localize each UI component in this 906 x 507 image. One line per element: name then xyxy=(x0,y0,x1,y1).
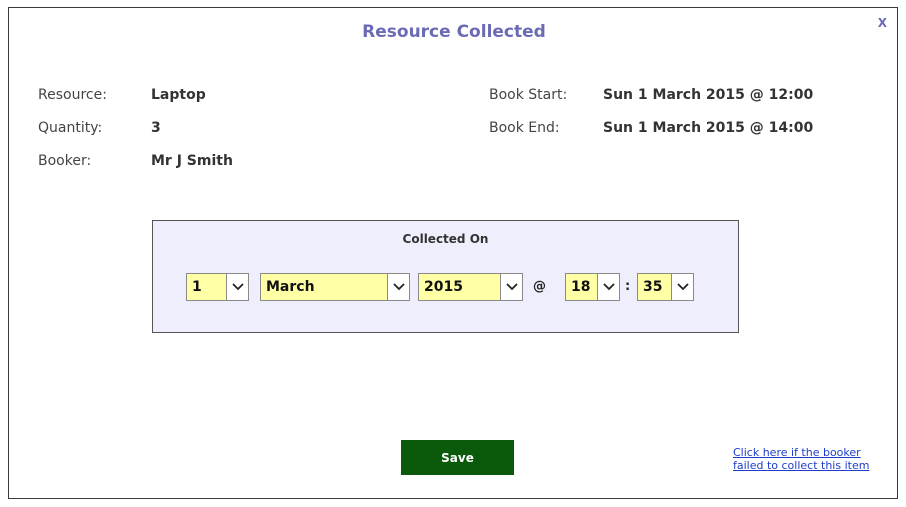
chevron-down-icon xyxy=(671,274,693,300)
book-start-label: Book Start: xyxy=(489,87,568,103)
month-select[interactable]: March xyxy=(260,273,410,301)
collected-on-title: Collected On xyxy=(402,232,489,246)
year-select-value: 2015 xyxy=(424,279,463,295)
month-select-value: March xyxy=(266,279,315,295)
year-select[interactable]: 2015 xyxy=(418,273,523,301)
hour-select-value: 18 xyxy=(571,279,591,295)
resource-label: Resource: xyxy=(38,87,107,103)
day-select[interactable]: 1 xyxy=(186,273,249,301)
quantity-label: Quantity: xyxy=(38,120,103,136)
save-button[interactable]: Save xyxy=(401,440,514,475)
resource-collected-dialog: Resource Collected X Resource: Laptop Qu… xyxy=(8,7,898,499)
colon-separator: : xyxy=(625,279,631,294)
book-start-value: Sun 1 March 2015 @ 12:00 xyxy=(603,87,814,103)
hour-select[interactable]: 18 xyxy=(565,273,620,301)
day-select-value: 1 xyxy=(192,279,202,295)
chevron-down-icon xyxy=(226,274,248,300)
resource-value: Laptop xyxy=(151,87,206,103)
booker-label: Booker: xyxy=(38,153,92,169)
chevron-down-icon xyxy=(597,274,619,300)
booker-value: Mr J Smith xyxy=(151,153,233,169)
dialog-title: Resource Collected xyxy=(362,22,546,42)
minute-select-value: 35 xyxy=(643,279,663,295)
book-end-value: Sun 1 March 2015 @ 14:00 xyxy=(603,120,814,136)
close-button[interactable]: X xyxy=(878,16,887,30)
quantity-value: 3 xyxy=(151,120,161,136)
booker-failed-to-collect-link[interactable]: Click here if the booker failed to colle… xyxy=(733,446,883,472)
chevron-down-icon xyxy=(500,274,522,300)
book-end-label: Book End: xyxy=(489,120,560,136)
chevron-down-icon xyxy=(387,274,409,300)
minute-select[interactable]: 35 xyxy=(637,273,694,301)
collected-on-panel: Collected On 1 March 2015 @ 18: 35 xyxy=(152,220,739,333)
at-separator: @ xyxy=(533,279,546,294)
